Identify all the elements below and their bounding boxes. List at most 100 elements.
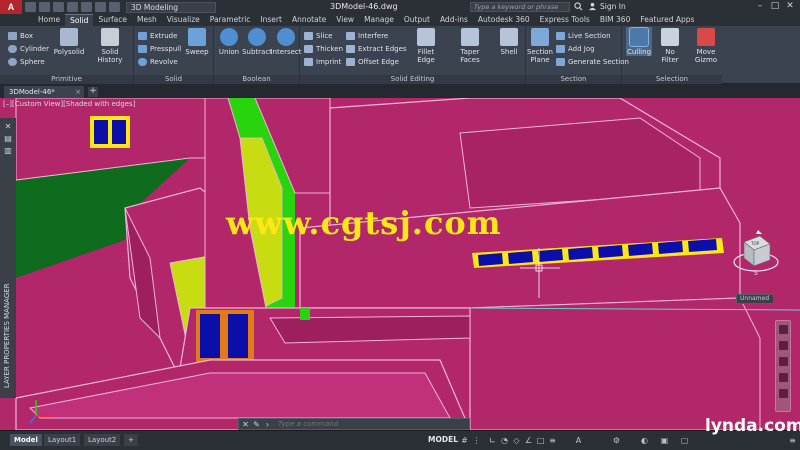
box-button[interactable]: Box — [8, 30, 33, 41]
ortho-icon[interactable]: ∟ — [488, 436, 497, 445]
no-filter-button[interactable]: No Filter — [656, 28, 684, 64]
shell-button[interactable]: Shell — [496, 28, 522, 56]
tab-autodesk-360[interactable]: Autodesk 360 — [473, 14, 535, 26]
hardware-acceleration-icon[interactable]: ▣ — [660, 436, 669, 445]
tab-view[interactable]: View — [331, 14, 359, 26]
navigation-bar[interactable] — [775, 320, 791, 412]
isolate-objects-icon[interactable]: ◐ — [640, 436, 649, 445]
viewcube[interactable]: TOP S — [730, 228, 782, 278]
wcs-dropdown[interactable]: Unnamed — [736, 294, 774, 304]
sweep-button[interactable]: Sweep — [182, 28, 212, 56]
tab-home[interactable]: Home — [33, 14, 65, 26]
sign-in-button[interactable]: Sign In — [600, 2, 626, 11]
tab-express-tools[interactable]: Express Tools — [535, 14, 595, 26]
add-jog-button[interactable]: Add Jog — [556, 43, 595, 54]
extract-edges-button[interactable]: Extract Edges — [346, 43, 407, 54]
viewcube-home-icon[interactable] — [756, 230, 762, 234]
taper-faces-button[interactable]: Taper Faces — [450, 28, 490, 64]
recent-commands-icon[interactable]: › — [263, 420, 272, 429]
add-layout-button[interactable]: + — [124, 434, 138, 446]
customize-icon[interactable]: ✎ — [252, 420, 261, 429]
layer-properties-palette[interactable]: ✕ ▤ ▥ LAYER PROPERTIES MANAGER — [0, 118, 16, 398]
union-button[interactable]: Union — [216, 28, 242, 56]
palette-settings-icon[interactable]: ▤ — [3, 134, 13, 143]
tab-output[interactable]: Output — [399, 14, 435, 26]
tab-surface[interactable]: Surface — [93, 14, 132, 26]
close-tab-icon[interactable]: × — [75, 86, 81, 98]
subtract-button[interactable]: Subtract — [242, 28, 272, 56]
redo-icon[interactable] — [109, 2, 120, 12]
tab-solid[interactable]: Solid — [65, 14, 94, 26]
command-input[interactable] — [278, 420, 448, 428]
layout-tab-layout1[interactable]: Layout1 — [44, 434, 81, 446]
clean-screen-icon[interactable]: ▢ — [680, 436, 689, 445]
imprint-button[interactable]: Imprint — [304, 56, 341, 67]
tab-bim-360[interactable]: BIM 360 — [595, 14, 636, 26]
pan-icon[interactable] — [779, 341, 788, 350]
tab-visualize[interactable]: Visualize — [162, 14, 205, 26]
3d-model-scene[interactable] — [0, 98, 800, 430]
tab-insert[interactable]: Insert — [255, 14, 287, 26]
search-icon[interactable] — [574, 2, 583, 11]
model-space-button[interactable]: MODEL — [428, 435, 458, 444]
intersect-button[interactable]: Intersect — [271, 28, 302, 56]
thicken-button[interactable]: Thicken — [304, 43, 343, 54]
minimize-button[interactable]: – — [754, 1, 766, 12]
snap-icon[interactable]: ⋮ — [472, 436, 481, 445]
section-plane-button[interactable]: Section Plane — [526, 28, 554, 64]
maximize-button[interactable]: □ — [769, 1, 781, 12]
undo-icon[interactable] — [95, 2, 106, 12]
object-snap-icon[interactable]: □ — [536, 436, 545, 445]
tab-featured-apps[interactable]: Featured Apps — [635, 14, 699, 26]
drawing-viewport[interactable]: [–][Custom View][Shaded with edges] ✕ ▤ … — [0, 98, 800, 430]
new-file-icon[interactable] — [25, 2, 36, 12]
open-file-icon[interactable] — [39, 2, 50, 12]
plot-icon[interactable] — [81, 2, 92, 12]
lineweight-icon[interactable]: ≡ — [548, 436, 557, 445]
solid-history-button[interactable]: Solid History — [88, 28, 132, 64]
save-as-icon[interactable] — [67, 2, 78, 12]
presspull-button[interactable]: Presspull — [138, 43, 181, 54]
customization-icon[interactable]: ≡ — [788, 436, 797, 445]
revolve-button[interactable]: Revolve — [138, 56, 178, 67]
isodraft-icon[interactable]: ◇ — [512, 436, 521, 445]
extrude-button[interactable]: Extrude — [138, 30, 177, 41]
polar-icon[interactable]: ◔ — [500, 436, 509, 445]
polysolid-button[interactable]: Polysolid — [52, 28, 86, 56]
fillet-edge-button[interactable]: Fillet Edge — [408, 28, 444, 64]
layout-tab-layout2[interactable]: Layout2 — [84, 434, 121, 446]
palette-properties-icon[interactable]: ▥ — [3, 146, 13, 155]
steering-wheel-icon[interactable] — [779, 325, 788, 334]
move-gizmo-button[interactable]: Move Gizmo — [692, 28, 720, 64]
interfere-button[interactable]: Interfere — [346, 30, 388, 41]
showmotion-icon[interactable] — [779, 389, 788, 398]
close-palette-icon[interactable]: ✕ — [3, 122, 13, 131]
search-input[interactable]: Type a keyword or phrase — [470, 2, 570, 12]
close-command-line-icon[interactable]: ✕ — [241, 420, 250, 429]
cylinder-button[interactable]: Cylinder — [8, 43, 49, 54]
generate-section-button[interactable]: Generate Section — [556, 56, 629, 67]
workspace-dropdown[interactable]: 3D Modeling — [126, 1, 216, 13]
application-menu-button[interactable]: A — [0, 0, 22, 14]
file-tab[interactable]: 3DModel-46* × — [4, 86, 84, 98]
save-icon[interactable] — [53, 2, 64, 12]
offset-edge-button[interactable]: Offset Edge — [346, 56, 399, 67]
layout-tab-model[interactable]: Model — [10, 434, 42, 446]
tab-parametric[interactable]: Parametric — [205, 14, 256, 26]
command-line[interactable]: ✕ ✎ › — [238, 418, 470, 430]
orbit-icon[interactable] — [779, 373, 788, 382]
new-tab-button[interactable]: + — [88, 87, 98, 97]
sphere-button[interactable]: Sphere — [8, 56, 45, 67]
culling-button[interactable]: Culling — [626, 27, 652, 56]
tab-add-ins[interactable]: Add-ins — [435, 14, 473, 26]
tab-mesh[interactable]: Mesh — [132, 14, 162, 26]
zoom-icon[interactable] — [779, 357, 788, 366]
tab-manage[interactable]: Manage — [359, 14, 399, 26]
close-button[interactable]: ✕ — [784, 1, 796, 12]
live-section-button[interactable]: Live Section — [556, 30, 611, 41]
tab-annotate[interactable]: Annotate — [287, 14, 331, 26]
slice-button[interactable]: Slice — [304, 30, 333, 41]
grid-icon[interactable]: # — [460, 436, 469, 445]
object-snap-tracking-icon[interactable]: ∠ — [524, 436, 533, 445]
workspace-switch-icon[interactable]: ⚙ — [612, 436, 621, 445]
